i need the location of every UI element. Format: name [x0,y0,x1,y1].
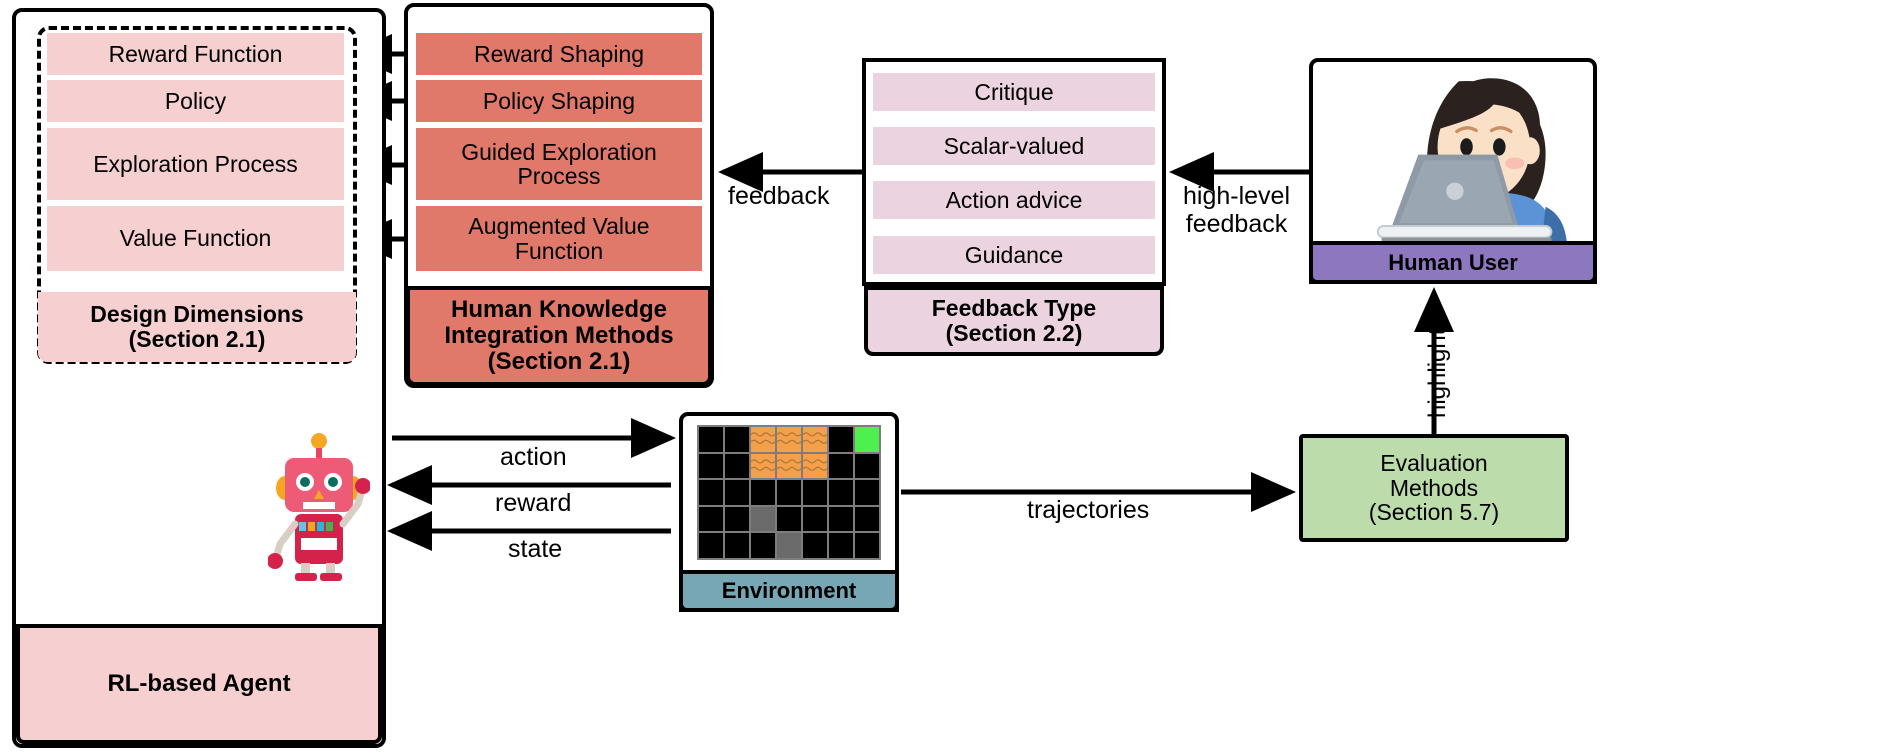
env-cell-empty [725,533,749,558]
env-cell-empty [803,533,827,558]
label-highlights: highlights [1424,316,1451,418]
diagram-canvas: Reward Function Policy Exploration Proce… [0,0,1903,755]
feedback-type-caption: Feedback Type (Section 2.2) [864,286,1164,356]
environment-caption: Environment [679,570,899,612]
feedback-type-scalar-valued: Scalar-valued [873,127,1155,165]
hk-caption-line2: Integration Methods [444,322,674,350]
label-high-level-feedback: high-level feedback [1183,182,1290,238]
env-cell-lava [803,427,827,452]
evaluation-methods-box: Evaluation Methods (Section 5.7) [1299,434,1569,542]
robot-agent-illustration [267,432,371,582]
rl-agent-caption: RL-based Agent [16,624,382,744]
env-cell-empty [725,480,749,505]
env-cell-empty [725,506,749,532]
hk-method-policy-shaping: Policy Shaping [416,80,702,122]
env-cell-empty [725,427,749,452]
design-dimension-reward-function: Reward Function [47,33,344,75]
env-cell-empty [829,506,853,532]
design-dimension-exploration-process: Exploration Process [47,128,344,200]
env-cell-empty [777,506,801,532]
env-cell-lava [777,427,801,452]
human-user-caption: Human User [1309,241,1597,284]
env-cell-lava [777,453,801,479]
hk-method-guided-exploration: Guided Exploration Process [416,128,702,200]
env-cell-empty [751,480,775,505]
evaluation-line1: Evaluation [1380,449,1488,476]
env-cell-lava [751,427,775,452]
design-dimensions-caption-line2: (Section 2.1) [128,326,266,352]
feedback-type-caption-line1: Feedback Type [931,295,1097,322]
hk-method-reward-shaping: Reward Shaping [416,33,702,75]
env-cell-gray [751,506,775,532]
hk-method-augmented-value-function: Augmented Value Function [416,206,702,271]
feedback-type-caption-line2: (Section 2.2) [945,320,1083,346]
env-cell-empty [855,533,879,558]
environment-grid [697,425,881,560]
env-cell-empty [699,533,723,558]
env-cell-empty [829,480,853,505]
env-cell-empty [829,533,853,558]
env-cell-empty [725,453,749,479]
env-cell-empty [699,480,723,505]
label-feedback: feedback [728,182,830,210]
design-dimension-policy: Policy [47,80,344,122]
env-cell-lava [751,453,775,479]
design-dimensions-caption-line1: Design Dimensions [90,301,304,328]
env-cell-lava [803,453,827,479]
env-cell-empty [855,453,879,479]
env-cell-empty [751,533,775,558]
label-highlights-wrap: highlights [1424,317,1525,446]
env-cell-empty [829,427,853,452]
label-action: action [500,443,567,471]
feedback-type-critique: Critique [873,73,1155,111]
label-state: state [508,535,563,563]
env-cell-empty [803,506,827,532]
label-trajectories: trajectories [1027,496,1150,524]
env-cell-empty [699,453,723,479]
env-cell-empty [777,480,801,505]
env-cell-empty [699,506,723,532]
env-cell-empty [855,480,879,505]
evaluation-line3: (Section 5.7) [1368,499,1500,526]
feedback-type-guidance: Guidance [873,236,1155,274]
env-cell-empty [829,453,853,479]
env-cell-empty [699,427,723,452]
env-cell-empty [855,506,879,532]
env-cell-gray [777,533,801,558]
env-cell-goal [855,427,879,452]
label-reward: reward [495,489,572,517]
design-dimensions-caption: Design Dimensions (Section 2.1) [38,292,356,362]
label-high-level-feedback-line2: feedback [1185,210,1288,238]
hk-caption-line1: Human Knowledge [450,296,667,324]
human-knowledge-caption: Human Knowledge Integration Methods (Sec… [406,286,712,386]
design-dimension-value-function: Value Function [47,206,344,271]
label-high-level-feedback-line1: high-level [1183,182,1291,210]
env-cell-empty [803,480,827,505]
evaluation-line2: Methods [1389,474,1479,501]
feedback-type-action-advice: Action advice [873,181,1155,219]
hk-caption-line3: (Section 2.1) [487,347,631,375]
